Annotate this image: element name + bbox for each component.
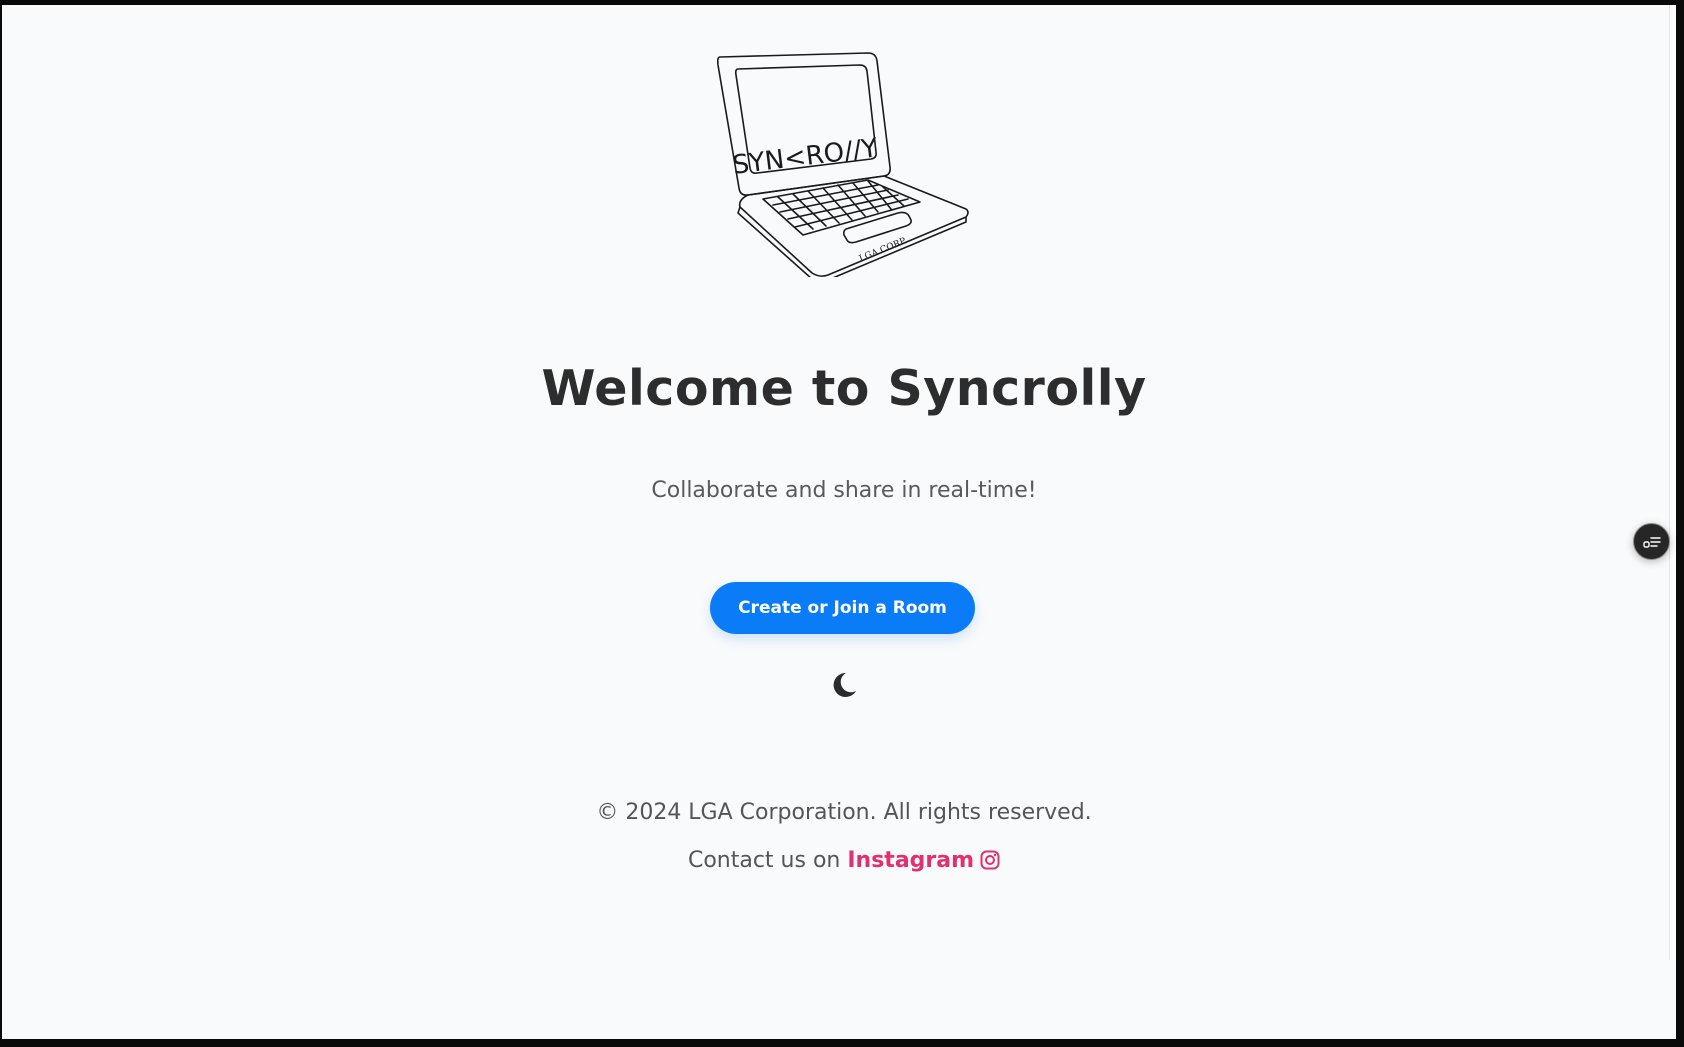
page-subtitle: Collaborate and share in real-time! (651, 478, 1037, 503)
instagram-icon (980, 850, 1000, 870)
instagram-label: Instagram (847, 848, 975, 873)
copyright-text: © 2024 LGA Corporation. All rights reser… (596, 800, 1092, 825)
page-title: Welcome to Syncrolly (541, 360, 1147, 417)
list-toggle-icon (1642, 536, 1661, 548)
instagram-link[interactable]: Instagram (847, 848, 1000, 873)
contact-line: Contact us on Instagram (2, 848, 1676, 873)
laptop-logo: SYN<RO//Y LGA CORP. (716, 52, 969, 277)
page-frame: SYN<RO//Y LGA CORP. Welcome to Syncrolly… (2, 5, 1676, 1039)
contact-prefix: Contact us on (687, 848, 841, 873)
side-widget-button[interactable] (1633, 523, 1670, 560)
moon-icon (833, 672, 856, 697)
theme-toggle-button[interactable] (827, 669, 859, 701)
logo-screen-text: SYN<RO//Y (731, 133, 879, 181)
create-or-join-room-button[interactable]: Create or Join a Room (710, 582, 975, 634)
